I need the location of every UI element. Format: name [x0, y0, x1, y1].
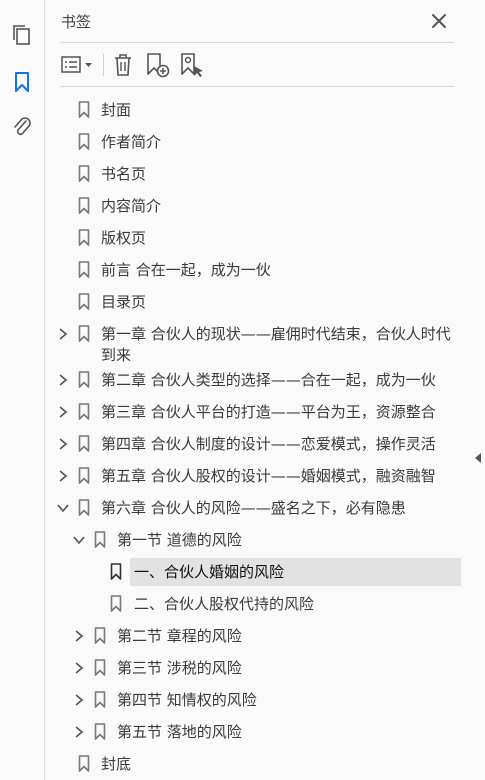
bookmark-label: 书名页: [101, 165, 147, 183]
bookmark-icon: [94, 691, 106, 708]
bookmark-icon: [110, 595, 122, 612]
bookmark-label: 第三节 涉税的风险: [117, 659, 242, 677]
bookmark-label: 目录页: [101, 293, 147, 311]
bookmark-label: 第六章 合伙人的风险——盛名之下，必有隐患: [101, 499, 406, 517]
bookmark-icon: [94, 627, 106, 644]
bookmark-item[interactable]: 封底: [46, 748, 470, 780]
bookmark-item[interactable]: 第五节 落地的风险: [46, 716, 470, 748]
chevron-right-icon[interactable]: [73, 693, 85, 707]
bookmark-item[interactable]: 第四节 知情权的风险: [46, 684, 470, 716]
bookmark-item[interactable]: 一、合伙人婚姻的风险: [46, 556, 470, 588]
bookmark-icon: [78, 197, 90, 214]
bookmark-item[interactable]: 第三章 合伙人平台的打造——平台为王，资源整合: [46, 396, 470, 428]
bookmark-icon: [78, 261, 90, 278]
bookmark-item[interactable]: 目录页: [46, 286, 470, 318]
bookmark-item[interactable]: 第四章 合伙人制度的设计——恋爱模式，操作灵活: [46, 428, 470, 460]
bookmark-label: 二、合伙人股权代持的风险: [134, 595, 315, 613]
bookmark-item[interactable]: 第二章 合伙人类型的选择——合在一起，成为一伙: [46, 364, 470, 396]
pages-icon[interactable]: [9, 22, 35, 48]
chevron-right-icon[interactable]: [73, 629, 85, 643]
bookmark-icon: [78, 435, 90, 452]
new-bookmark-from-structure-icon[interactable]: [178, 51, 206, 79]
bookmark-item[interactable]: 第五章 合伙人股权的设计——婚姻模式，融资融智: [46, 460, 470, 492]
divider: [60, 42, 454, 43]
bookmark-label: 第四节 知情权的风险: [117, 691, 257, 709]
bookmark-label: 第五节 落地的风险: [117, 723, 242, 741]
bookmark-label: 第二章 合伙人类型的选择——合在一起，成为一伙: [101, 371, 436, 389]
bookmark-item[interactable]: 版权页: [46, 222, 470, 254]
bookmark-icon[interactable]: [9, 69, 35, 95]
chevron-right-icon[interactable]: [57, 437, 69, 451]
attachment-icon[interactable]: [9, 114, 35, 140]
panel-collapse-arrow-icon[interactable]: [475, 453, 481, 463]
close-icon[interactable]: [430, 12, 448, 30]
bookmark-label: 一、合伙人婚姻的风险: [134, 563, 285, 581]
chevron-down-icon[interactable]: [73, 533, 85, 547]
bookmark-label: 版权页: [101, 229, 147, 247]
bookmark-item[interactable]: 第三节 涉税的风险: [46, 652, 470, 684]
chevron-right-icon[interactable]: [57, 469, 69, 483]
panel-header: 书签: [46, 0, 470, 42]
bookmark-label: 前言 合在一起，成为一伙: [101, 261, 271, 279]
delete-icon[interactable]: [110, 51, 136, 79]
bookmark-label: 第一章 合伙人的现状——雇佣时代结束，合伙人时代到来: [101, 325, 451, 364]
bookmarks-panel: 书签 封面作者简介书名页内容简介版权页前言 合在一起，成为一伙 目录页第一章 合伙…: [46, 0, 470, 780]
bookmark-icon: [78, 371, 90, 388]
bookmark-item[interactable]: 作者简介: [46, 126, 470, 158]
chevron-right-icon[interactable]: [73, 661, 85, 675]
panel-title: 书签: [61, 13, 92, 31]
options-menu-icon[interactable]: [60, 51, 96, 79]
bookmark-label: 第三章 合伙人平台的打造——平台为王，资源整合: [101, 403, 436, 421]
bookmark-item[interactable]: 第一章 合伙人的现状——雇佣时代结束，合伙人时代到来: [46, 318, 470, 364]
chevron-right-icon[interactable]: [73, 725, 85, 739]
bookmark-item[interactable]: 内容简介: [46, 190, 470, 222]
bookmark-label: 封底: [101, 755, 132, 773]
chevron-right-icon[interactable]: [57, 405, 69, 419]
bookmark-label: 封面: [101, 101, 132, 119]
bookmark-item[interactable]: 第六章 合伙人的风险——盛名之下，必有隐患: [46, 492, 470, 524]
bookmark-icon: [78, 229, 90, 246]
bookmark-icon: [78, 467, 90, 484]
bookmark-item[interactable]: 第一节 道德的风险: [46, 524, 470, 556]
bookmark-label: 第五章 合伙人股权的设计——婚姻模式，融资融智: [101, 467, 436, 485]
bookmark-label: 第四章 合伙人制度的设计——恋爱模式，操作灵活: [101, 435, 436, 453]
chevron-right-icon[interactable]: [57, 327, 69, 341]
bookmark-item[interactable]: 第二节 章程的风险: [46, 620, 470, 652]
bookmarks-toolbar: [46, 48, 470, 82]
bookmark-item[interactable]: 封面: [46, 94, 470, 126]
bookmark-icon: [78, 101, 90, 118]
bookmark-icon: [78, 293, 90, 310]
bookmark-label: 第二节 章程的风险: [117, 627, 242, 645]
divider: [60, 86, 454, 87]
toolbar-separator: [103, 54, 104, 76]
bookmark-item[interactable]: 二、合伙人股权代持的风险: [46, 588, 470, 620]
bookmark-icon: [78, 133, 90, 150]
bookmark-icon: [78, 165, 90, 182]
bookmark-icon: [78, 499, 90, 516]
bookmark-icon: [78, 325, 90, 342]
add-bookmark-icon[interactable]: [144, 51, 172, 79]
left-navigation-bar: [0, 0, 45, 780]
bookmark-item[interactable]: 书名页: [46, 158, 470, 190]
bookmark-label: 第一节 道德的风险: [117, 531, 242, 549]
chevron-right-icon[interactable]: [57, 373, 69, 387]
bookmark-label: 内容简介: [101, 197, 162, 215]
bookmark-icon: [78, 403, 90, 420]
bookmark-icon: [94, 531, 106, 548]
bookmark-icon: [110, 563, 122, 580]
bookmark-label: 作者简介: [101, 133, 162, 151]
bookmark-item[interactable]: 前言 合在一起，成为一伙: [46, 254, 470, 286]
bookmark-icon: [94, 723, 106, 740]
bookmark-icon: [94, 659, 106, 676]
chevron-down-icon[interactable]: [57, 501, 69, 515]
bookmark-icon: [78, 755, 90, 772]
